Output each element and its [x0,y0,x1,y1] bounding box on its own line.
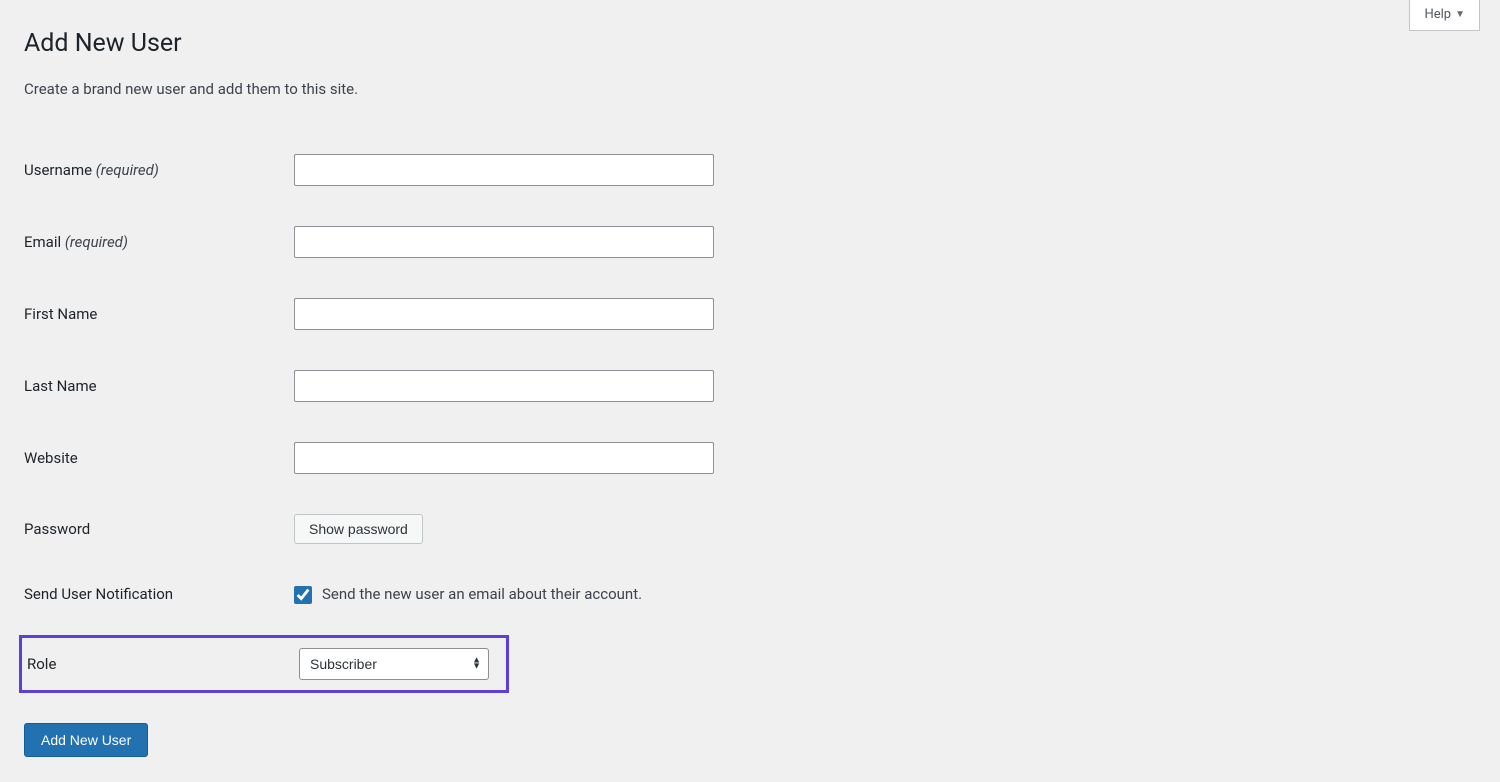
role-row-highlighted: Role Subscriber ▲▼ [19,635,509,693]
website-input[interactable] [294,442,714,474]
password-label: Password [24,520,90,538]
chevron-down-icon: ▼ [1455,8,1465,22]
page-title: Add New User [24,26,1476,61]
first-name-input[interactable] [294,298,714,330]
username-required: (required) [96,161,159,179]
last-name-label: Last Name [24,377,97,395]
notification-checkbox[interactable] [294,586,312,604]
role-select[interactable]: Subscriber [299,648,489,680]
help-tab-label: Help [1424,6,1451,24]
email-required: (required) [65,233,128,251]
add-new-user-button[interactable]: Add New User [24,723,148,757]
notification-text: Send the new user an email about their a… [322,584,642,605]
first-name-label: First Name [24,305,97,323]
page-description: Create a brand new user and add them to … [24,79,1476,100]
notification-label: Send User Notification [24,585,173,603]
website-label: Website [24,449,78,467]
role-label: Role [27,654,299,675]
email-input[interactable] [294,226,714,258]
show-password-button[interactable]: Show password [294,514,423,544]
help-tab[interactable]: Help ▼ [1409,0,1480,31]
email-label: Email [24,233,61,251]
username-input[interactable] [294,154,714,186]
last-name-input[interactable] [294,370,714,402]
username-label: Username [24,161,92,179]
